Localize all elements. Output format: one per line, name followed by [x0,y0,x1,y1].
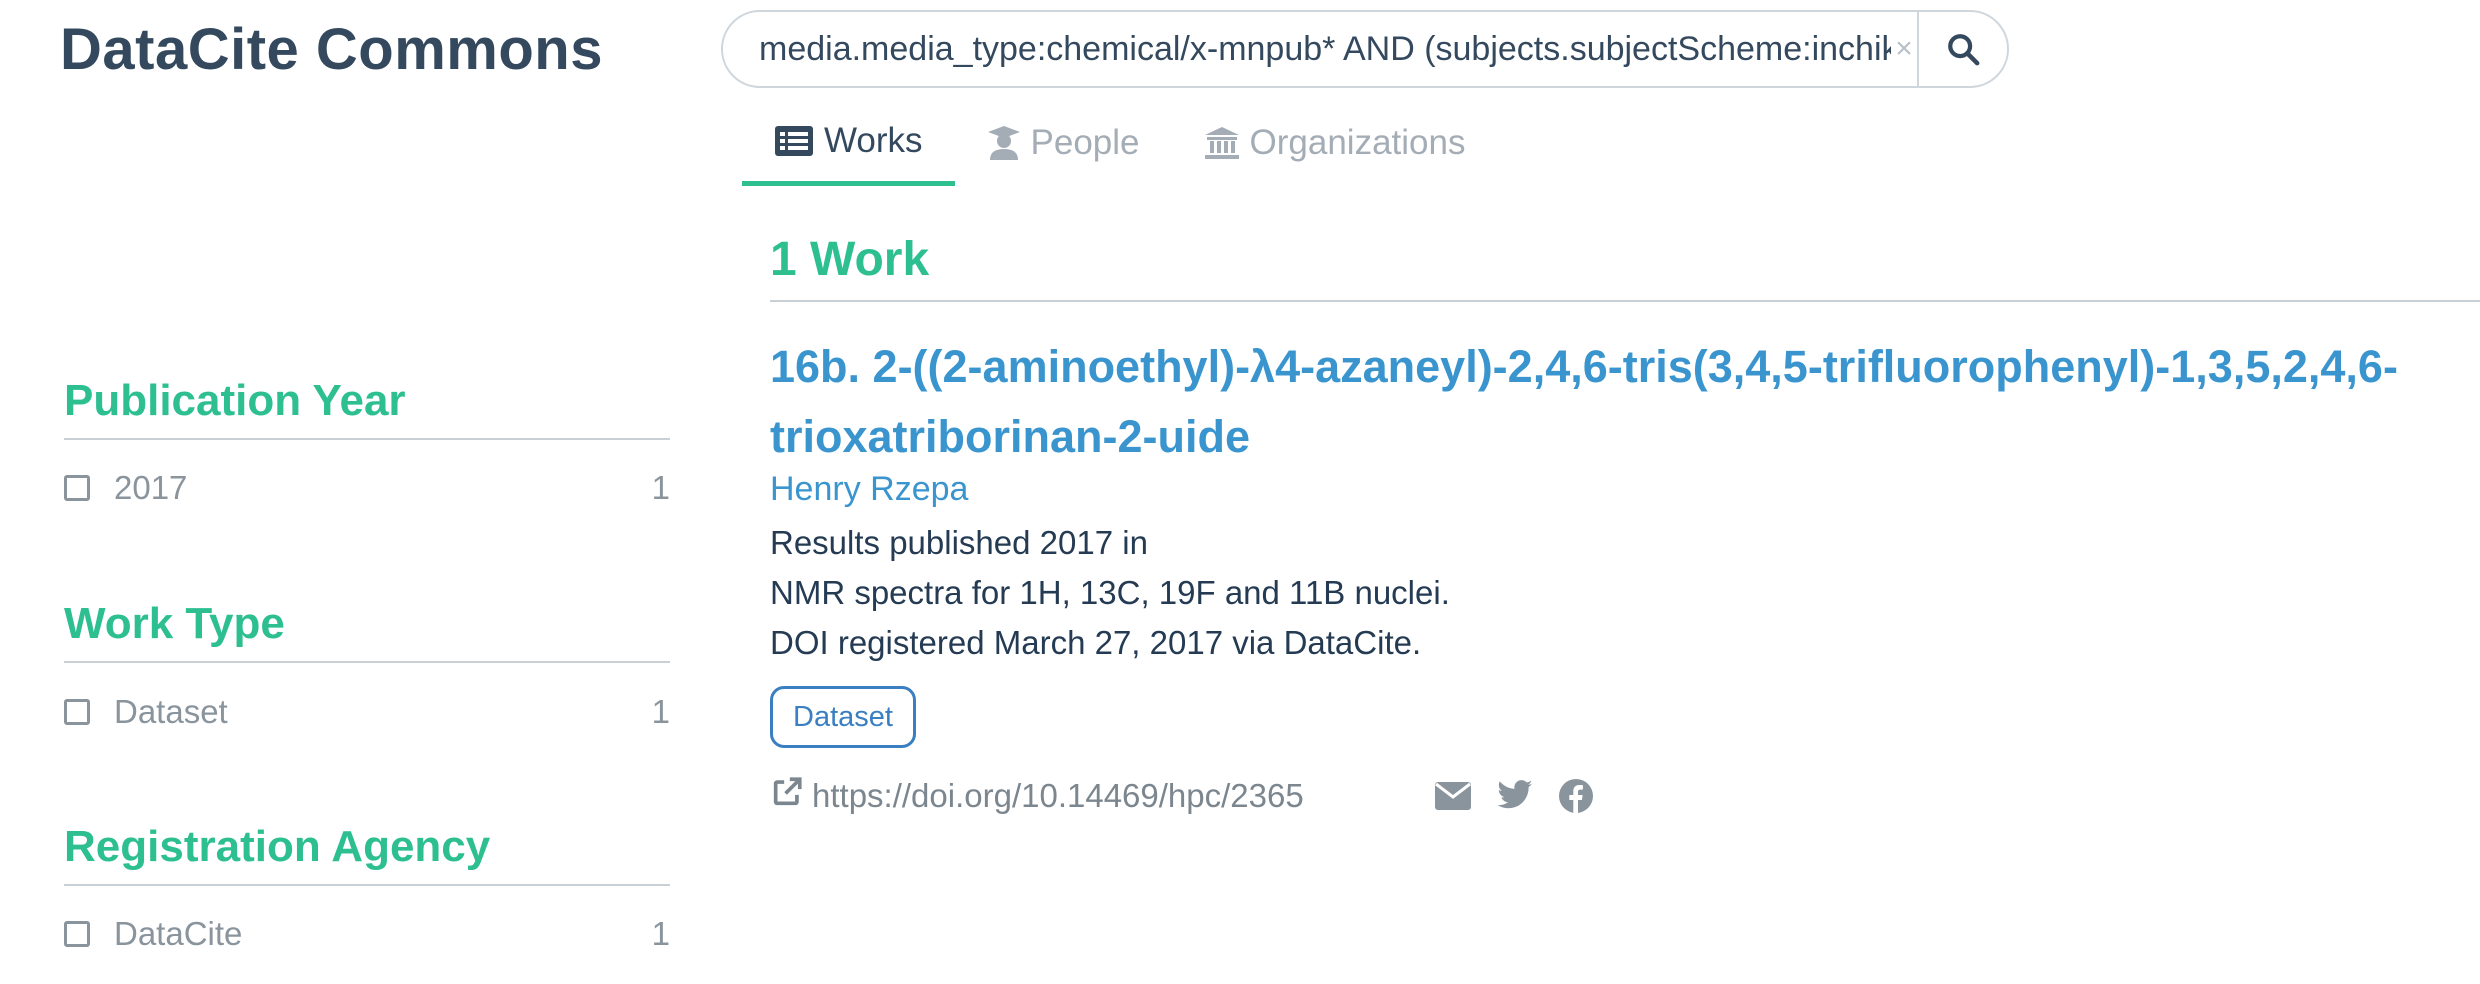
envelope-icon[interactable] [1434,781,1472,811]
doi-url: https://doi.org/10.14469/hpc/2365 [812,777,1304,814]
facet-divider [64,438,670,440]
facet-item-label: DataCite [114,915,243,952]
facet-item-label: 2017 [114,469,188,506]
registered-text: DOI registered March 27, 2017 via DataCi… [770,624,1422,661]
checkbox[interactable] [64,699,90,725]
facet-title-publication-year: Publication Year [64,376,406,425]
checkbox[interactable] [64,921,90,947]
clear-search-icon[interactable]: × [1891,32,1917,66]
university-icon [1204,126,1240,160]
search-button[interactable] [1917,12,2007,86]
facet-item-datacite[interactable]: DataCite 1 [64,912,670,956]
twitter-icon[interactable] [1496,780,1534,812]
external-link-icon [770,775,804,817]
description-text: NMR spectra for 1H, 13C, 19F and 11B nuc… [770,574,1450,611]
tab-people[interactable]: People [955,100,1172,186]
work-title-line-1: 16b. 2-((2-aminoethyl)-λ4-azaneyl)-2,4,6… [770,341,2398,392]
tab-works[interactable]: Works [742,100,955,186]
facet-divider [64,661,670,663]
facet-item-count: 1 [651,469,670,506]
results-divider [770,300,2480,302]
user-graduate-icon [987,125,1021,161]
work-type-badge[interactable]: Dataset [770,686,916,748]
facet-item-count: 1 [651,693,670,730]
work-title-line-2: trioxatriborinan-2-uide [770,411,1251,462]
search-input[interactable] [723,12,1891,86]
tab-people-label: People [1030,123,1140,162]
creator-link[interactable]: Henry Rzepa [770,470,968,509]
work-title-link[interactable]: 16b. 2-((2-aminoethyl)-λ4-azaneyl)-2,4,6… [770,332,2470,472]
facet-item-dataset[interactable]: Dataset 1 [64,690,670,734]
facet-title-work-type: Work Type [64,599,285,648]
result-count: 1 Work [770,233,930,286]
tab-works-label: Works [824,120,923,160]
checkbox[interactable] [64,475,90,501]
search-tabs: Works People Organizations [742,100,1497,186]
search-bar: × [721,10,2009,88]
published-text: Results published 2017 in [770,524,1148,561]
facet-divider [64,884,670,886]
facet-title-registration-agency: Registration Agency [64,822,491,871]
search-icon [1948,34,1980,66]
list-alt-icon [774,125,814,157]
app-logo-title[interactable]: DataCite Commons [60,10,603,90]
tab-organizations[interactable]: Organizations [1172,100,1498,186]
facet-item-count: 1 [651,915,670,952]
share-links [1434,774,1594,818]
facet-item-label: Dataset [114,693,228,730]
facet-item-2017[interactable]: 2017 1 [64,466,670,510]
facebook-icon[interactable] [1558,778,1594,814]
doi-link[interactable]: https://doi.org/10.14469/hpc/2365 [770,774,1304,818]
tab-organizations-label: Organizations [1249,123,1466,162]
